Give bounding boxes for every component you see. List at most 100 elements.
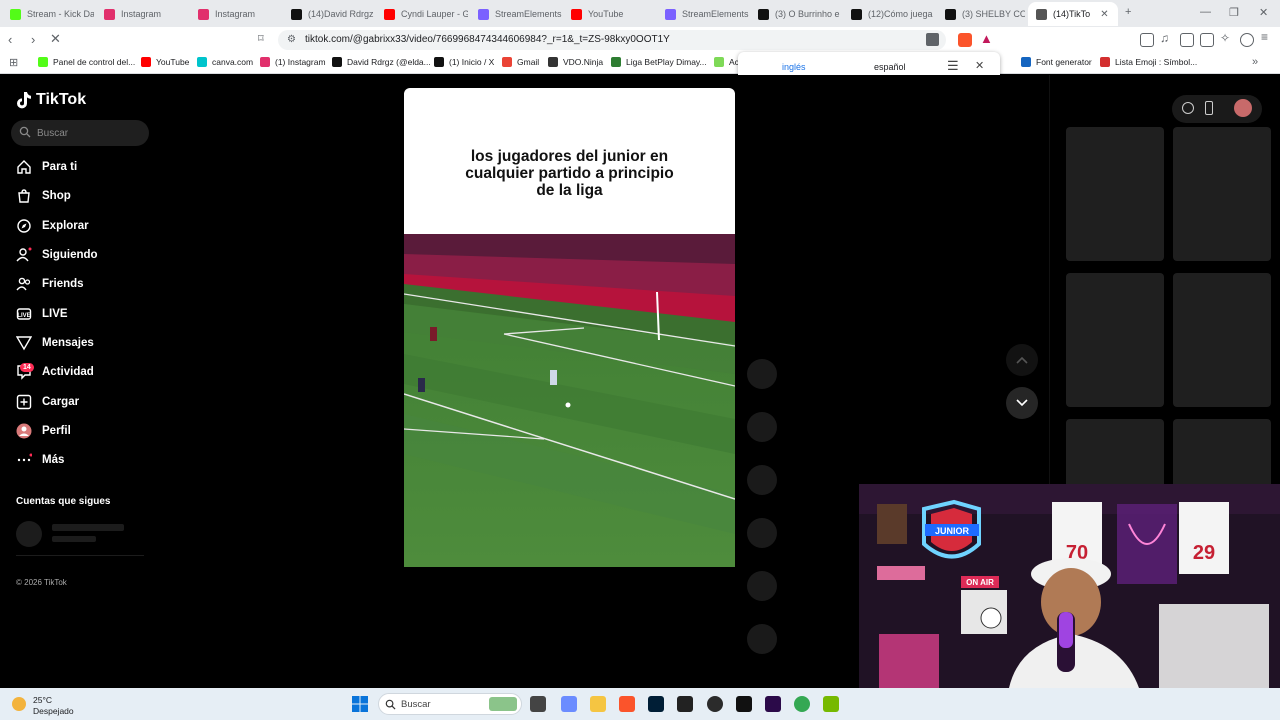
- previous-video-button[interactable]: [1006, 344, 1038, 376]
- bookmark-item[interactable]: Liga BetPlay Dimay...: [611, 57, 707, 67]
- related-thumbnail[interactable]: [1173, 419, 1271, 489]
- browser-tab[interactable]: Stream - Kick Da: [2, 2, 94, 26]
- back-button[interactable]: ‹: [8, 32, 12, 47]
- translate-lang-spanish[interactable]: español: [874, 62, 906, 72]
- nav-item-friends[interactable]: Friends: [16, 274, 84, 294]
- bookmark-icon[interactable]: ⌑: [258, 32, 264, 45]
- nav-item-m-s[interactable]: Más: [16, 450, 64, 470]
- next-video-button[interactable]: [1006, 387, 1038, 419]
- close-tab-icon[interactable]: ✕: [1100, 9, 1108, 20]
- action-button-more[interactable]: [747, 624, 777, 654]
- bookmark-item[interactable]: canva.com: [197, 57, 253, 67]
- tiktok-taskbar-icon[interactable]: [736, 696, 752, 712]
- action-button-save[interactable]: [747, 465, 777, 495]
- close-window-button[interactable]: ✕: [1259, 6, 1268, 19]
- brave-icon[interactable]: [619, 696, 635, 712]
- site-settings-icon[interactable]: ⚙: [287, 34, 296, 45]
- bookmark-item[interactable]: David Rdrgz (@elda...: [332, 57, 431, 67]
- action-button-music[interactable]: [747, 571, 777, 601]
- browser-tab[interactable]: Instagram: [96, 2, 188, 26]
- nav-item-explorar[interactable]: Explorar: [16, 216, 89, 236]
- nvidia-icon[interactable]: [823, 696, 839, 712]
- related-thumbnail[interactable]: [1066, 419, 1164, 489]
- taskbar-search-input[interactable]: Buscar: [378, 693, 522, 715]
- more-bookmarks-icon[interactable]: »: [1252, 56, 1258, 68]
- browser-tab[interactable]: (3) SHELBY COR: [937, 2, 1025, 26]
- calculator-icon[interactable]: [677, 696, 693, 712]
- file-explorer-icon[interactable]: [590, 696, 606, 712]
- tab-title: StreamElements: [682, 9, 749, 19]
- bookmark-item[interactable]: Ac: [714, 57, 739, 67]
- stop-loading-button[interactable]: ✕: [50, 31, 61, 47]
- wallet-icon[interactable]: [1200, 33, 1214, 47]
- related-thumbnail[interactable]: [1173, 273, 1271, 407]
- browser-tab[interactable]: (3) O Burrinho e: [750, 2, 842, 26]
- browser-tab[interactable]: StreamElements: [470, 2, 562, 26]
- action-button-comment[interactable]: [747, 412, 777, 442]
- translate-options-icon[interactable]: ☰: [947, 58, 959, 74]
- sidebar-icon[interactable]: [1180, 33, 1194, 47]
- forward-button[interactable]: ›: [31, 32, 35, 47]
- windows-start-icon[interactable]: [352, 696, 368, 712]
- bookmark-favicon-icon: [1021, 57, 1031, 67]
- browser-tab[interactable]: (14)David Rdrgz: [283, 2, 375, 26]
- nav-item-siguiendo[interactable]: Siguiendo: [16, 245, 98, 265]
- browser-tab[interactable]: Cyndi Lauper - G: [376, 2, 468, 26]
- copilot-icon[interactable]: [561, 696, 577, 712]
- avatar: [16, 423, 32, 439]
- device-icon[interactable]: [1205, 101, 1213, 115]
- browser-tab[interactable]: Instagram: [190, 2, 282, 26]
- bookmark-item[interactable]: Lista Emoji : Símbol...: [1100, 57, 1197, 67]
- related-thumbnail[interactable]: [1173, 127, 1271, 261]
- action-button-share[interactable]: [747, 518, 777, 548]
- nav-item-live[interactable]: LIVE LIVE: [16, 304, 68, 324]
- rewards-icon[interactable]: ▲: [980, 31, 994, 46]
- bookmarks-bar: ⊞ Panel de control del... YouTube canva.co…: [0, 53, 1280, 74]
- task-view-icon[interactable]: [530, 696, 546, 712]
- obs-icon[interactable]: [707, 696, 723, 712]
- browser-tab[interactable]: YouTube: [563, 2, 655, 26]
- vpn-icon[interactable]: [1240, 33, 1254, 47]
- avatar[interactable]: [1234, 99, 1252, 117]
- coins-icon[interactable]: [1182, 102, 1194, 114]
- related-thumbnail[interactable]: [1066, 127, 1164, 261]
- nav-item-mensajes[interactable]: Mensajes: [16, 333, 94, 353]
- nav-item-para-ti[interactable]: Para ti: [16, 157, 77, 177]
- bookmark-item[interactable]: VDO.Ninja: [548, 57, 603, 67]
- nav-item-shop[interactable]: Shop: [16, 186, 71, 206]
- bookmark-item[interactable]: Font generator: [1021, 57, 1092, 67]
- url-field[interactable]: ⚙ tiktok.com/@gabrixx33/video/7669968474…: [278, 30, 946, 50]
- restore-button[interactable]: ❐: [1229, 6, 1239, 19]
- chrome-icon[interactable]: [794, 696, 810, 712]
- translate-lang-english[interactable]: inglés: [782, 62, 806, 72]
- nav-item-perfil[interactable]: Perfil: [16, 421, 71, 441]
- bookmark-item[interactable]: (1) Inicio / X: [434, 57, 494, 67]
- bookmark-item[interactable]: Panel de control del...: [38, 57, 135, 67]
- minimize-button[interactable]: —: [1200, 6, 1211, 18]
- photoshop-icon[interactable]: [648, 696, 664, 712]
- extensions-icon[interactable]: [1140, 33, 1154, 47]
- media-icon[interactable]: ♫: [1160, 31, 1174, 45]
- bookmark-item[interactable]: (1) Instagram: [260, 57, 326, 67]
- weather-icon[interactable]: [12, 697, 26, 711]
- browser-tab[interactable]: (12)Cómo juega: [843, 2, 935, 26]
- translate-close-icon[interactable]: ✕: [975, 59, 984, 72]
- translate-icon[interactable]: [926, 33, 939, 46]
- browser-tab[interactable]: (14)TikTo ✕: [1028, 2, 1118, 26]
- tiktok-logo[interactable]: TikTok: [16, 91, 86, 109]
- after-effects-icon[interactable]: [765, 696, 781, 712]
- nav-item-cargar[interactable]: Cargar: [16, 392, 79, 412]
- video-player[interactable]: los jugadores del junior en cualquier pa…: [404, 88, 735, 567]
- related-thumbnail[interactable]: [1066, 273, 1164, 407]
- browser-tab[interactable]: StreamElements: [657, 2, 749, 26]
- leo-ai-icon[interactable]: ✧: [1220, 31, 1234, 45]
- bookmark-item[interactable]: Gmail: [502, 57, 539, 67]
- search-input[interactable]: Buscar: [11, 120, 149, 146]
- bookmark-item[interactable]: YouTube: [141, 57, 189, 67]
- apps-grid-icon[interactable]: ⊞: [9, 56, 18, 69]
- tab-favicon-icon: [10, 8, 21, 20]
- action-button-like[interactable]: [747, 359, 777, 389]
- new-tab-button[interactable]: +: [1125, 6, 1131, 18]
- menu-icon[interactable]: ≡: [1261, 30, 1275, 44]
- brave-shield-icon[interactable]: [958, 33, 972, 47]
